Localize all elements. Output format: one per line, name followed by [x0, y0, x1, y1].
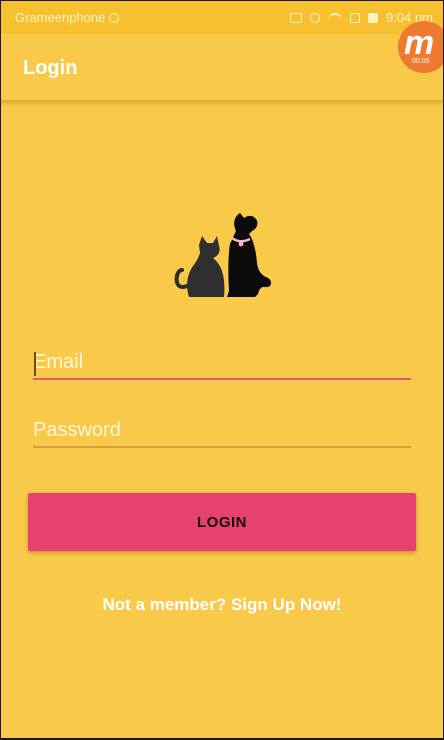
password-field-wrapper — [33, 414, 411, 448]
screen-recorder-badge[interactable]: m 00:05 — [398, 21, 443, 73]
password-input[interactable] — [33, 414, 411, 448]
phone-screen: Grameenphone 9:04 pm Login m 00:05 LOGIN — [1, 1, 443, 738]
app-bar: Login — [1, 34, 443, 102]
status-bar: Grameenphone 9:04 pm — [1, 1, 443, 34]
screen-cast-icon — [290, 12, 303, 23]
status-left: Grameenphone — [15, 10, 120, 25]
dog-silhouette — [227, 213, 272, 297]
text-cursor — [34, 352, 36, 376]
cat-silhouette — [187, 236, 225, 297]
battery-icon — [368, 12, 379, 23]
dog-and-cat-icon — [174, 213, 272, 297]
signal-icon — [350, 12, 361, 23]
wifi-icon — [328, 12, 343, 23]
page-title: Login — [23, 57, 78, 79]
dog-collar-tag — [238, 241, 244, 247]
messenger-icon — [109, 12, 120, 23]
cat-tail — [174, 268, 189, 289]
carrier-name: Grameenphone — [15, 10, 106, 25]
login-button[interactable]: LOGIN — [28, 493, 416, 551]
eye-icon — [310, 12, 321, 23]
recorder-letter: m — [404, 24, 435, 62]
recorder-time: 00:05 — [412, 58, 430, 65]
signup-link[interactable]: Not a member? Sign Up Now! — [1, 595, 443, 615]
email-input[interactable] — [33, 346, 411, 380]
email-field-wrapper — [33, 346, 411, 380]
